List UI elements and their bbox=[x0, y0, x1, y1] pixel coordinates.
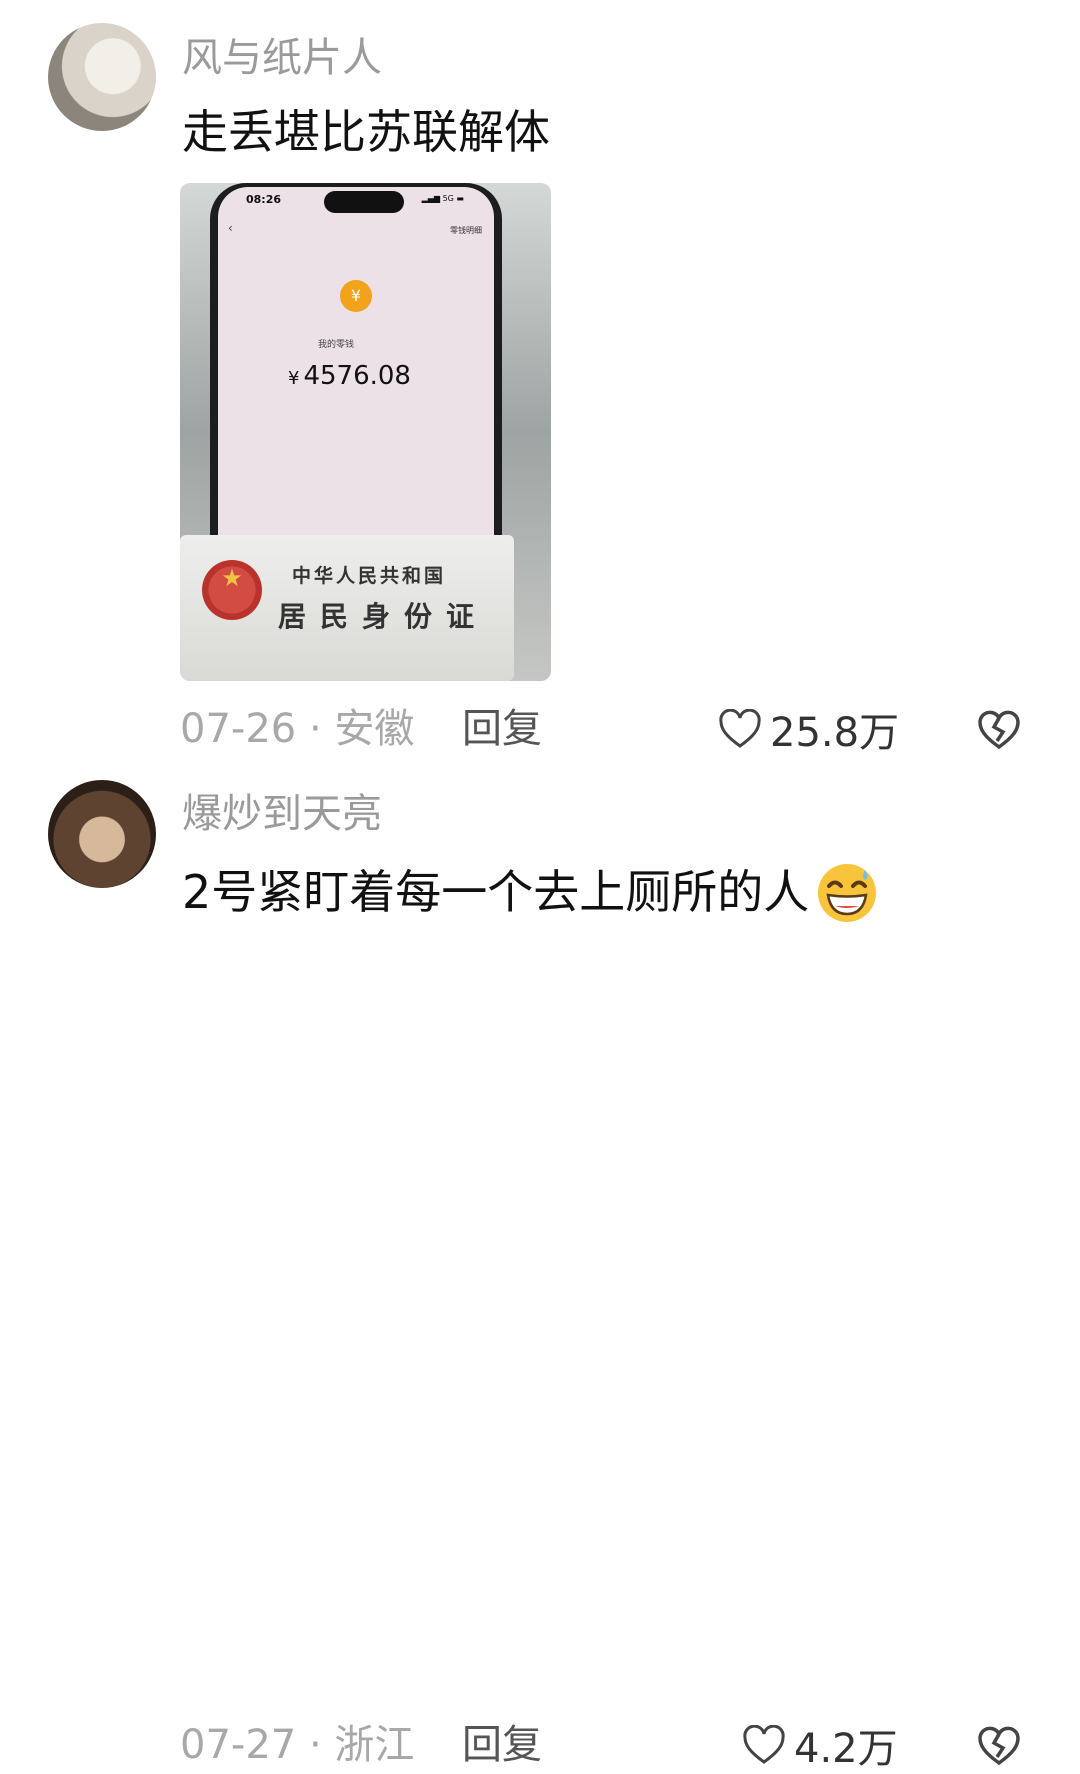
comment-date-location: 07-26 · 安徽 bbox=[180, 706, 415, 752]
yen-coin-icon: ¥ bbox=[340, 280, 372, 312]
comment-text: 走丢堪比苏联解体 bbox=[182, 105, 550, 159]
heart-icon bbox=[719, 709, 761, 748]
back-icon: ‹ bbox=[228, 221, 233, 235]
national-emblem-icon bbox=[202, 560, 262, 620]
like-count: 25.8万 bbox=[770, 710, 900, 756]
avatar[interactable] bbox=[48, 23, 156, 131]
avatar[interactable] bbox=[48, 780, 156, 888]
broken-heart-icon[interactable] bbox=[976, 707, 1022, 751]
heart-icon bbox=[743, 1725, 785, 1764]
signal-indicator: ▂▄▆ 5G ▬ bbox=[421, 194, 464, 203]
like-button[interactable]: 25.8万 bbox=[718, 703, 900, 756]
id-card-image: 中华人民共和国 居民身份证 bbox=[180, 535, 514, 681]
like-button[interactable]: 4.2万 bbox=[742, 1719, 898, 1772]
grinning-sweat-emoji-icon bbox=[818, 864, 877, 922]
like-count: 4.2万 bbox=[794, 1726, 898, 1772]
comment-text: 2号紧盯着每一个去上厕所的人 bbox=[182, 865, 810, 919]
phone-screen: 08:26 ▂▄▆ 5G ▬ ‹ 零钱明细 ¥ 我的零钱 ¥4576.08 bbox=[218, 187, 494, 553]
comment-username[interactable]: 爆炒到天亮 bbox=[182, 790, 382, 838]
comment-date-location: 07-27 · 浙江 bbox=[180, 1722, 415, 1768]
phone-time: 08:26 bbox=[246, 193, 282, 206]
comment-meta: 07-27 · 浙江 回复 4.2万 bbox=[0, 1719, 1080, 1772]
comment-item: 爆炒到天亮 2号紧盯着每一个去上厕所的人 07-27 · 浙江 回复 4.2万 bbox=[0, 770, 1080, 1772]
comment-text-row: 2号紧盯着每一个去上厕所的人 bbox=[182, 860, 879, 924]
comment-meta: 07-26 · 安徽 回复 25.8万 bbox=[0, 703, 1080, 756]
id-card-title: 中华人民共和国 bbox=[292, 565, 447, 587]
id-card-subtitle: 居民身份证 bbox=[278, 600, 489, 633]
reply-button[interactable]: 回复 bbox=[462, 1719, 542, 1771]
comment-username[interactable]: 风与纸片人 bbox=[182, 34, 382, 82]
broken-heart-icon[interactable] bbox=[976, 1723, 1022, 1767]
comment-item: 风与纸片人 走丢堪比苏联解体 08:26 ▂▄▆ 5G ▬ ‹ 零钱明细 ¥ 我… bbox=[0, 0, 1080, 770]
reply-button[interactable]: 回复 bbox=[462, 703, 542, 755]
detail-link: 零钱明细 bbox=[450, 226, 482, 235]
dynamic-island bbox=[324, 191, 404, 213]
phone-image: 08:26 ▂▄▆ 5G ▬ ‹ 零钱明细 ¥ 我的零钱 ¥4576.08 bbox=[210, 183, 502, 553]
comment-photo[interactable]: 08:26 ▂▄▆ 5G ▬ ‹ 零钱明细 ¥ 我的零钱 ¥4576.08 中华… bbox=[180, 183, 551, 681]
wallet-label: 我的零钱 bbox=[317, 340, 354, 350]
wallet-balance: ¥4576.08 bbox=[288, 361, 411, 391]
